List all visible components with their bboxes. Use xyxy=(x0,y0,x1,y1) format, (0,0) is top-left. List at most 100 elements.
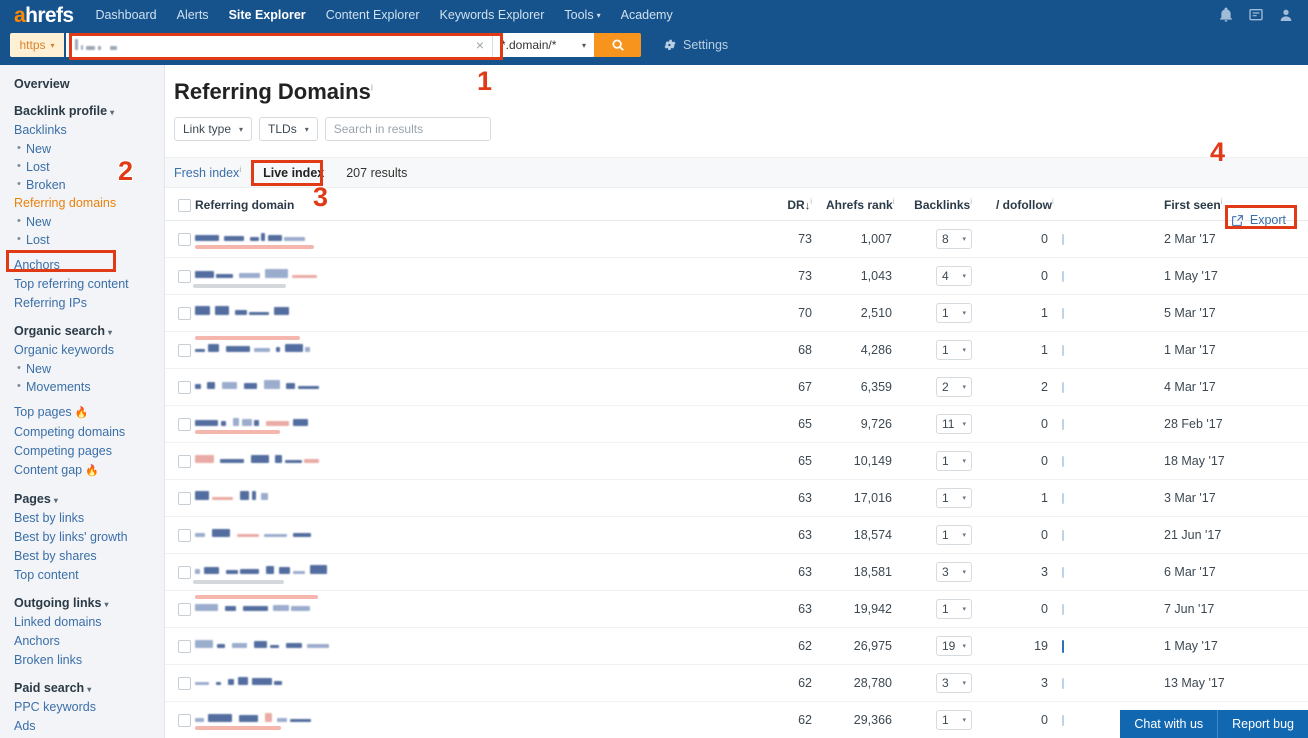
sidebar-item-lost[interactable]: Lost xyxy=(17,159,164,175)
sidebar-item-new[interactable]: New xyxy=(17,361,164,377)
sidebar-group-overview[interactable]: Overview xyxy=(14,77,164,91)
redacted-domain-text[interactable] xyxy=(195,453,323,470)
redacted-domain-text[interactable] xyxy=(195,416,323,434)
sidebar-item-new[interactable]: New xyxy=(17,214,164,230)
redacted-domain-text[interactable] xyxy=(195,638,329,655)
sidebar-item-competing-domains[interactable]: Competing domains xyxy=(14,425,164,440)
table-row[interactable]: 65 10,149 1 ▾ 0 18 May '17 xyxy=(165,442,1308,480)
protocol-select[interactable]: https ▾ xyxy=(10,33,64,57)
row-checkbox[interactable] xyxy=(178,455,191,469)
column-header-dofollow[interactable]: / dofollowi xyxy=(982,188,1054,221)
sidebar-item-content-gap[interactable]: Content gap 🔥 xyxy=(14,463,164,479)
table-row[interactable]: 65 9,726 11 ▾ 0 28 Feb '17 xyxy=(165,405,1308,443)
sidebar-item-top-pages[interactable]: Top pages 🔥 xyxy=(14,405,164,421)
redacted-domain-text[interactable] xyxy=(195,712,323,730)
redacted-domain-text[interactable] xyxy=(195,379,323,396)
sidebar-item-top-referring-content[interactable]: Top referring content xyxy=(14,277,164,292)
backlinks-select[interactable]: 11 ▾ xyxy=(936,414,972,434)
column-info-icon[interactable]: i xyxy=(1052,197,1054,206)
row-checkbox[interactable] xyxy=(178,418,191,432)
backlinks-select[interactable]: 2 ▾ xyxy=(936,377,972,397)
messages-icon[interactable] xyxy=(1248,7,1264,23)
backlinks-select[interactable]: 1 ▾ xyxy=(936,451,972,471)
column-header-ahrefs-rank[interactable]: Ahrefs ranki xyxy=(826,188,904,221)
backlinks-select[interactable]: 1 ▾ xyxy=(936,525,972,545)
sidebar-item-referring-domains[interactable]: Referring domains xyxy=(14,196,164,211)
sidebar-item-best-by-links[interactable]: Best by links xyxy=(14,511,164,526)
page-title-info-icon[interactable]: i xyxy=(371,83,373,93)
column-info-icon[interactable]: i xyxy=(810,197,812,206)
sidebar-item-new[interactable]: New xyxy=(17,141,164,157)
sidebar-group-pages[interactable]: Pages ▾ xyxy=(14,492,164,506)
sidebar-item-backlinks[interactable]: Backlinks xyxy=(14,123,164,138)
redacted-domain-text[interactable] xyxy=(195,594,323,618)
table-row[interactable]: 73 1,007 8 ▾ 0 2 Mar '17 xyxy=(165,220,1308,258)
search-mode-select[interactable]: *.domain/* ▾ xyxy=(492,33,594,57)
nav-item-alerts[interactable]: Alerts xyxy=(177,8,209,22)
table-row[interactable]: 68 4,286 1 ▾ 1 1 Mar '17 xyxy=(165,331,1308,369)
redacted-domain-text[interactable] xyxy=(195,305,323,322)
table-row[interactable]: 62 26,975 19 ▾ 19 1 May '17 xyxy=(165,627,1308,665)
column-header-dr[interactable]: DR↓i xyxy=(764,188,826,221)
table-row[interactable]: 70 2,510 1 ▾ 1 5 Mar '17 xyxy=(165,294,1308,332)
backlinks-select[interactable]: 3 ▾ xyxy=(936,673,972,693)
sidebar-item-anchors[interactable]: Anchors xyxy=(14,258,164,273)
row-checkbox[interactable] xyxy=(178,233,191,247)
redacted-domain-text[interactable] xyxy=(195,335,323,359)
backlinks-select[interactable]: 3 ▾ xyxy=(936,562,972,582)
table-row[interactable]: 63 18,574 1 ▾ 0 21 Jun '17 xyxy=(165,516,1308,554)
nav-item-content-explorer[interactable]: Content Explorer xyxy=(326,8,420,22)
backlinks-select[interactable]: 4 ▾ xyxy=(936,266,972,286)
sidebar-item-best-by-links-growth[interactable]: Best by links' growth xyxy=(14,530,164,545)
sidebar-item-lost[interactable]: Lost xyxy=(17,232,164,248)
row-checkbox[interactable] xyxy=(178,492,191,506)
backlinks-select[interactable]: 19 ▾ xyxy=(936,636,972,656)
table-row[interactable]: 67 6,359 2 ▾ 2 4 Mar '17 xyxy=(165,368,1308,406)
backlinks-select[interactable]: 1 ▾ xyxy=(936,303,972,323)
redacted-domain-text[interactable] xyxy=(195,231,323,249)
row-checkbox[interactable] xyxy=(178,677,191,691)
sidebar-group-paid-search[interactable]: Paid search ▾ xyxy=(14,681,164,695)
ahrefs-logo[interactable]: ahrefs xyxy=(14,5,74,26)
sidebar-item-top-content[interactable]: Top content xyxy=(14,568,164,583)
sidebar-item-best-by-shares[interactable]: Best by shares xyxy=(14,549,164,564)
chat-with-us-button[interactable]: Chat with us xyxy=(1120,710,1218,738)
target-url-input[interactable] xyxy=(66,33,492,57)
bell-icon[interactable] xyxy=(1218,7,1234,23)
row-checkbox[interactable] xyxy=(178,566,191,580)
account-icon[interactable] xyxy=(1278,7,1294,23)
redacted-domain-text[interactable] xyxy=(195,527,323,544)
column-header-backlinks[interactable]: Backlinksi xyxy=(904,188,982,221)
row-checkbox[interactable] xyxy=(178,529,191,543)
settings-link[interactable]: Settings xyxy=(663,38,728,52)
sidebar-group-outgoing-links[interactable]: Outgoing links ▾ xyxy=(14,596,164,610)
row-checkbox[interactable] xyxy=(178,307,191,321)
tab-fresh-index[interactable]: Fresh indexi xyxy=(174,165,241,180)
redacted-domain-text[interactable] xyxy=(195,675,323,692)
column-info-icon[interactable]: i xyxy=(893,197,895,206)
sidebar-item-linked-domains[interactable]: Linked domains xyxy=(14,615,164,630)
sidebar-item-referring-ips[interactable]: Referring IPs xyxy=(14,296,164,311)
backlinks-select[interactable]: 1 ▾ xyxy=(936,340,972,360)
row-checkbox[interactable] xyxy=(178,344,191,358)
row-checkbox[interactable] xyxy=(178,270,191,284)
link-type-filter[interactable]: Link type ▾ xyxy=(174,117,253,141)
sidebar-item-competing-pages[interactable]: Competing pages xyxy=(14,444,164,459)
nav-item-dashboard[interactable]: Dashboard xyxy=(95,8,156,22)
row-checkbox[interactable] xyxy=(178,714,191,728)
sidebar-item-movements[interactable]: Movements xyxy=(17,379,164,395)
row-checkbox[interactable] xyxy=(178,603,191,617)
table-row[interactable]: 63 19,942 1 ▾ 0 7 Jun '17 xyxy=(165,590,1308,628)
backlinks-select[interactable]: 1 ▾ xyxy=(936,710,972,730)
redacted-domain-text[interactable] xyxy=(193,268,323,288)
select-all-checkbox[interactable] xyxy=(178,198,191,212)
search-submit-button[interactable] xyxy=(594,33,641,57)
redacted-domain-text[interactable] xyxy=(195,490,323,507)
table-row[interactable]: 63 18,581 3 ▾ 3 6 Mar '17 xyxy=(165,553,1308,591)
backlinks-select[interactable]: 1 ▾ xyxy=(936,488,972,508)
sidebar-item-broken-links[interactable]: Broken links xyxy=(14,653,164,668)
tlds-filter[interactable]: TLDs ▾ xyxy=(259,117,318,141)
report-bug-button[interactable]: Report bug xyxy=(1217,710,1308,738)
table-row[interactable]: 73 1,043 4 ▾ 0 1 May '17 xyxy=(165,257,1308,295)
sidebar-item-organic-keywords[interactable]: Organic keywords xyxy=(14,343,164,358)
